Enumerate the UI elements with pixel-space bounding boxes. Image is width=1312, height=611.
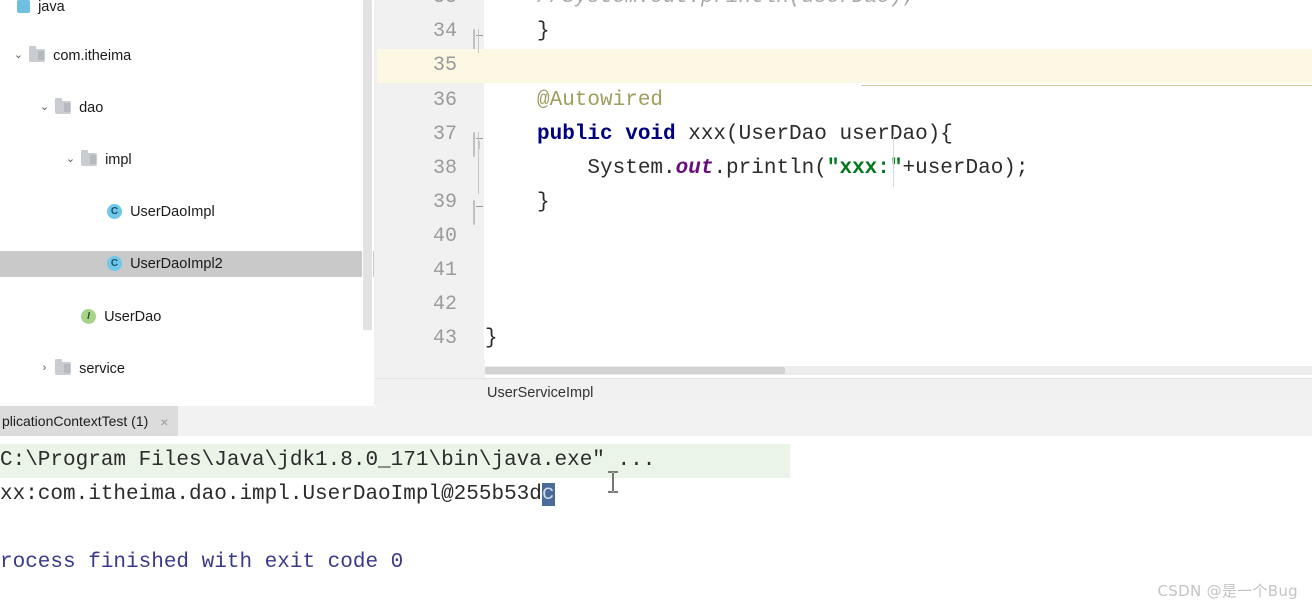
line-number: 34 xyxy=(432,20,457,43)
tree-item-label: service xyxy=(79,361,125,378)
fold-connector xyxy=(478,29,479,53)
breadcrumb-bar: UserServiceImpl xyxy=(377,378,1312,407)
code-line-36[interactable]: 36 @Autowired xyxy=(377,84,1312,118)
console-output-text: xx:com.itheima.dao.impl.UserDaoImpl@255b… xyxy=(0,483,542,506)
tree-item-userdao[interactable]: I UserDao xyxy=(0,304,377,330)
tree-item-label: UserDaoImpl xyxy=(130,204,215,221)
code-line-38[interactable]: 38 System.out.println("xxx:"+userDao); xyxy=(377,152,1312,186)
code-text: } xyxy=(485,327,498,350)
folder-icon xyxy=(55,97,72,114)
scrollbar-thumb[interactable] xyxy=(363,0,372,330)
tree-item-com-itheima[interactable]: ⌄ com.itheima xyxy=(0,43,377,69)
code-line-41[interactable]: 41 xyxy=(377,254,1312,288)
line-number: 33 xyxy=(377,0,457,15)
breadcrumb[interactable]: UserServiceImpl xyxy=(487,379,593,407)
folder-icon xyxy=(55,358,72,375)
tree-item-impl[interactable]: ⌄ impl xyxy=(0,147,377,173)
watermark: CSDN @是一个Bug xyxy=(1157,582,1298,600)
tree-item-dao[interactable]: ⌄ dao xyxy=(0,95,377,121)
line-number: 37 xyxy=(432,123,457,146)
close-icon[interactable]: × xyxy=(160,407,168,437)
code-line-37[interactable]: 37 public void xxx(UserDao userDao){ xyxy=(377,118,1312,157)
run-tool-window[interactable]: plicationContextTest (1) × C:\Program Fi… xyxy=(0,406,1312,611)
console-line-exit: rocess finished with exit code 0 xyxy=(0,551,404,574)
line-number: 36 xyxy=(432,89,457,112)
tree-item-label: com.itheima xyxy=(53,48,132,65)
chevron-right-icon[interactable]: › xyxy=(38,355,51,381)
tree-item-label: dao xyxy=(79,100,104,117)
class-icon: C xyxy=(107,255,123,271)
code-text: //System.out.println(userDao); xyxy=(537,0,915,15)
folder-icon xyxy=(29,45,46,62)
line-number: 35 xyxy=(432,54,457,77)
project-tool-window[interactable]: java ⌄ com.itheima ⌄ dao ⌄ impl C UserDa… xyxy=(0,0,377,405)
code-line-43[interactable]: 43 } xyxy=(377,322,1312,356)
line-number: 41 xyxy=(432,259,457,282)
tree-item-service[interactable]: › service xyxy=(0,356,377,382)
line-number: 38 xyxy=(432,157,457,180)
project-panel-scrollbar[interactable] xyxy=(362,0,373,405)
run-tab-applicationcontexttest[interactable]: plicationContextTest (1) × xyxy=(0,406,179,437)
code-text: } xyxy=(537,20,550,43)
fold-marker-icon[interactable] xyxy=(473,196,487,225)
scrollbar-thumb[interactable] xyxy=(485,367,785,374)
line-number: 42 xyxy=(432,293,457,316)
interface-icon: I xyxy=(81,308,97,324)
indent-guide xyxy=(893,135,894,187)
class-icon: C xyxy=(107,203,123,219)
line-number: 39 xyxy=(432,191,457,214)
tree-item-label: UserDaoImpl2 xyxy=(130,256,223,273)
code-line-40[interactable]: 40 xyxy=(377,220,1312,254)
editor-gutter-bottom xyxy=(377,360,485,378)
chevron-down-icon[interactable]: ⌄ xyxy=(64,146,77,172)
mouse-text-cursor-icon xyxy=(608,471,618,493)
tree-item-userdaoimpl2[interactable]: C UserDaoImpl2 xyxy=(0,251,377,277)
fold-marker-icon[interactable] xyxy=(473,128,487,157)
fold-connector xyxy=(478,132,479,194)
tree-item-label: impl xyxy=(105,152,132,169)
console-output[interactable]: C:\Program Files\Java\jdk1.8.0_171\bin\j… xyxy=(0,436,1312,611)
line-number: 40 xyxy=(432,225,457,248)
code-editor[interactable]: 33 //System.out.println(userDao); 34 } 3… xyxy=(377,0,1312,378)
folder-icon xyxy=(81,149,98,166)
code-line-34[interactable]: 34 } xyxy=(377,15,1312,54)
chevron-down-icon[interactable]: ⌄ xyxy=(38,94,51,120)
run-tab-label: plicationContextTest (1) xyxy=(2,413,149,429)
source-root-icon xyxy=(17,0,31,13)
console-line-output: xx:com.itheima.dao.impl.UserDaoImpl@255b… xyxy=(0,478,555,512)
console-line-command: C:\Program Files\Java\jdk1.8.0_171\bin\j… xyxy=(0,444,790,478)
code-text: } xyxy=(537,191,550,214)
console-selected-text: c xyxy=(541,483,555,506)
line-number: 43 xyxy=(432,327,457,350)
run-tab-bar: plicationContextTest (1) × xyxy=(0,406,1312,437)
tree-item-java[interactable]: java xyxy=(0,0,377,20)
fold-marker-icon[interactable] xyxy=(473,25,487,54)
code-line-35[interactable]: 35 xyxy=(377,49,1312,83)
chevron-down-icon[interactable]: ⌄ xyxy=(12,42,25,68)
code-text: @Autowired xyxy=(537,89,664,112)
tree-item-label: UserDao xyxy=(104,309,162,326)
tree-item-label: java xyxy=(38,0,65,16)
tree-item-userdaoimpl[interactable]: C UserDaoImpl xyxy=(0,199,377,225)
editor-horizontal-scrollbar[interactable] xyxy=(485,366,1312,375)
code-text: public void xxx(UserDao userDao){ xyxy=(537,123,953,146)
code-line-33[interactable]: 33 //System.out.println(userDao); xyxy=(377,0,1312,15)
code-line-39[interactable]: 39 } xyxy=(377,186,1312,225)
code-line-42[interactable]: 42 xyxy=(377,288,1312,322)
code-text: System.out.println("xxx:"+userDao); xyxy=(537,157,1029,180)
